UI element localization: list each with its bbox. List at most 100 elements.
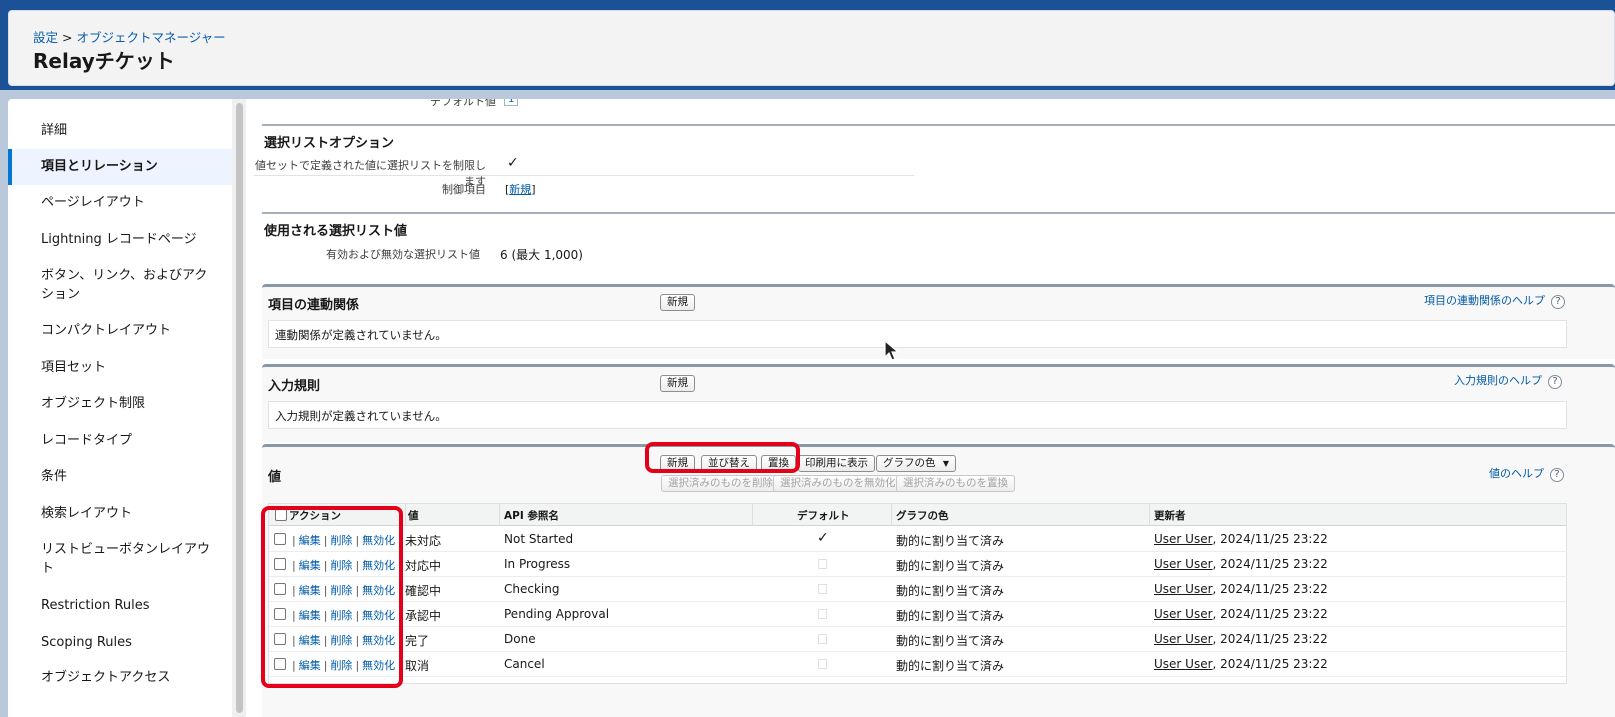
field-dependencies-new-button[interactable]: 新規: [660, 294, 695, 311]
deactivate-link[interactable]: 無効化: [362, 634, 395, 647]
edit-link[interactable]: 編集: [299, 584, 321, 597]
sidebar: 詳細 項目とリレーション ページレイアウト Lightning レコードページ …: [8, 99, 232, 717]
sidebar-item-object-limits[interactable]: オブジェクト制限: [8, 394, 232, 413]
page-title: Relayチケット: [33, 49, 175, 73]
edit-link[interactable]: 編集: [299, 659, 321, 672]
row-divider: [254, 175, 914, 176]
chart-color-cell: 動的に割り当て済み: [896, 634, 1005, 648]
sidebar-item-lightning-record-pages[interactable]: Lightning レコードページ: [8, 230, 232, 249]
row-checkbox[interactable]: [274, 558, 286, 570]
deactivate-link[interactable]: 無効化: [362, 609, 395, 622]
default-empty-box: [818, 584, 827, 594]
validation-rules-new-button[interactable]: 新規: [660, 375, 695, 392]
breadcrumb-object-manager-link[interactable]: オブジェクトマネージャー: [76, 30, 225, 45]
help-icon[interactable]: ?: [1551, 295, 1565, 309]
chart-color-cell: 動的に割り当て済み: [896, 659, 1005, 673]
select-all-checkbox[interactable]: [275, 509, 287, 521]
validation-rules-empty-message: 入力規則が定義されていません。: [268, 401, 1567, 429]
mouse-cursor-icon: [884, 340, 900, 361]
sidebar-item-conditions[interactable]: 条件: [8, 467, 232, 486]
restrict-values-checkmark: ✓: [507, 155, 519, 171]
validation-rules-help[interactable]: 入力規則のヘルプ?: [1454, 372, 1562, 389]
values-table: アクション 値 API 参照名 デフォルト グラフの色 更新者 | 編集 | 削除 | 無…: [268, 503, 1567, 684]
sidebar-item-object-access[interactable]: オブジェクトアクセス: [8, 668, 232, 687]
values-help-link[interactable]: 値のヘルプ: [1489, 467, 1544, 480]
breadcrumb-settings-link[interactable]: 設定: [33, 30, 58, 45]
modified-by-cell: User User, 2024/11/25 23:22: [1154, 532, 1328, 546]
user-link[interactable]: User User: [1154, 532, 1213, 546]
sidebar-item-search-layouts[interactable]: 検索レイアウト: [8, 504, 232, 523]
api-name-cell: Done: [504, 632, 536, 646]
field-dependencies-help[interactable]: 項目の連動関係のヘルプ?: [1424, 292, 1565, 309]
user-link[interactable]: User User: [1154, 632, 1213, 646]
row-checkbox[interactable]: [274, 533, 286, 545]
delete-selected-button[interactable]: 選択済みのものを削除: [661, 475, 780, 492]
validation-rules-help-link[interactable]: 入力規則のヘルプ: [1454, 374, 1542, 387]
chart-colors-button[interactable]: グラフの色 ▼: [876, 455, 956, 472]
delete-link[interactable]: 削除: [330, 534, 352, 547]
deactivate-link[interactable]: 無効化: [362, 559, 395, 572]
edit-link[interactable]: 編集: [299, 609, 321, 622]
row-checkbox[interactable]: [274, 633, 286, 645]
user-link[interactable]: User User: [1154, 582, 1213, 596]
sidebar-item-field-sets[interactable]: 項目セット: [8, 358, 232, 377]
sidebar-item-scoping-rules[interactable]: Scoping Rules: [8, 633, 232, 652]
main-content: デフォルト値 1 選択リストオプション 値セットで定義された値に選択リストを制限…: [246, 99, 1615, 717]
column-divider: [752, 504, 753, 526]
value-cell: 未対応: [405, 534, 442, 548]
reorder-button[interactable]: 並び替え: [701, 455, 757, 472]
column-header-action: アクション: [289, 510, 341, 522]
deactivate-link[interactable]: 無効化: [362, 659, 395, 672]
replace-selected-button[interactable]: 選択済みのものを置換: [896, 475, 1015, 492]
row-checkbox[interactable]: [274, 583, 286, 595]
table-row: | 編集 | 削除 | 無効化 承認中 Pending Approval 動的に割り当て済…: [269, 602, 1566, 627]
row-checkbox[interactable]: [274, 608, 286, 620]
separator: |: [355, 559, 360, 572]
row-actions: | 編集 | 削除 | 無効化: [289, 557, 395, 573]
deactivate-selected-button[interactable]: 選択済みのものを無効化: [773, 475, 903, 492]
sidebar-item-buttons-links-actions[interactable]: ボタン、リンク、およびアクション: [8, 266, 232, 304]
sidebar-item-fields-relationships[interactable]: 項目とリレーション: [8, 149, 232, 185]
sidebar-scrollbar-thumb[interactable]: [236, 103, 243, 713]
values-new-button[interactable]: 新規: [660, 455, 695, 472]
help-icon[interactable]: ?: [1550, 468, 1564, 482]
deactivate-link[interactable]: 無効化: [362, 584, 395, 597]
sidebar-item-restriction-rules[interactable]: Restriction Rules: [8, 596, 232, 615]
delete-link[interactable]: 削除: [330, 584, 352, 597]
modified-by-cell: User User, 2024/11/25 23:22: [1154, 657, 1328, 671]
edit-link[interactable]: 編集: [299, 534, 321, 547]
chevron-down-icon: ▼: [942, 459, 949, 468]
user-link[interactable]: User User: [1154, 657, 1213, 671]
sidebar-item-details[interactable]: 詳細: [8, 121, 232, 140]
table-header: アクション 値 API 参照名 デフォルト グラフの色 更新者: [269, 504, 1566, 526]
column-divider: [1149, 504, 1150, 526]
replace-button[interactable]: 置換: [761, 455, 796, 472]
delete-link[interactable]: 削除: [330, 634, 352, 647]
deactivate-link[interactable]: 無効化: [362, 534, 395, 547]
edit-link[interactable]: 編集: [299, 634, 321, 647]
delete-link[interactable]: 削除: [330, 659, 352, 672]
chart-color-cell: 動的に割り当て済み: [896, 584, 1005, 598]
default-checkmark: ✓: [817, 530, 829, 546]
column-divider: [405, 504, 406, 526]
sidebar-item-record-types[interactable]: レコードタイプ: [8, 431, 232, 450]
field-dependencies-help-link[interactable]: 項目の連動関係のヘルプ: [1424, 294, 1545, 307]
values-help[interactable]: 値のヘルプ?: [1489, 465, 1564, 482]
sidebar-item-list-view-button-layout[interactable]: リストビューボタンレイアウト: [8, 540, 232, 578]
modified-date: , 2024/11/25 23:22: [1212, 632, 1328, 646]
delete-link[interactable]: 削除: [330, 609, 352, 622]
help-icon[interactable]: ?: [1548, 375, 1562, 389]
separator: |: [323, 584, 328, 597]
controlling-field-new-link[interactable]: 新規: [509, 183, 531, 196]
delete-link[interactable]: 削除: [330, 559, 352, 572]
row-checkbox[interactable]: [274, 658, 286, 670]
printable-view-button[interactable]: 印刷用に表示: [798, 455, 875, 472]
values-title: 値: [268, 470, 282, 485]
user-link[interactable]: User User: [1154, 557, 1213, 571]
edit-link[interactable]: 編集: [299, 559, 321, 572]
sidebar-item-compact-layouts[interactable]: コンパクトレイアウト: [8, 321, 232, 340]
sidebar-item-page-layouts[interactable]: ページレイアウト: [8, 193, 232, 212]
user-link[interactable]: User User: [1154, 607, 1213, 621]
row-actions: | 編集 | 削除 | 無効化: [289, 532, 395, 548]
validation-rules-section: 入力規則 新規 入力規則のヘルプ? 入力規則が定義されていません。: [262, 364, 1615, 442]
